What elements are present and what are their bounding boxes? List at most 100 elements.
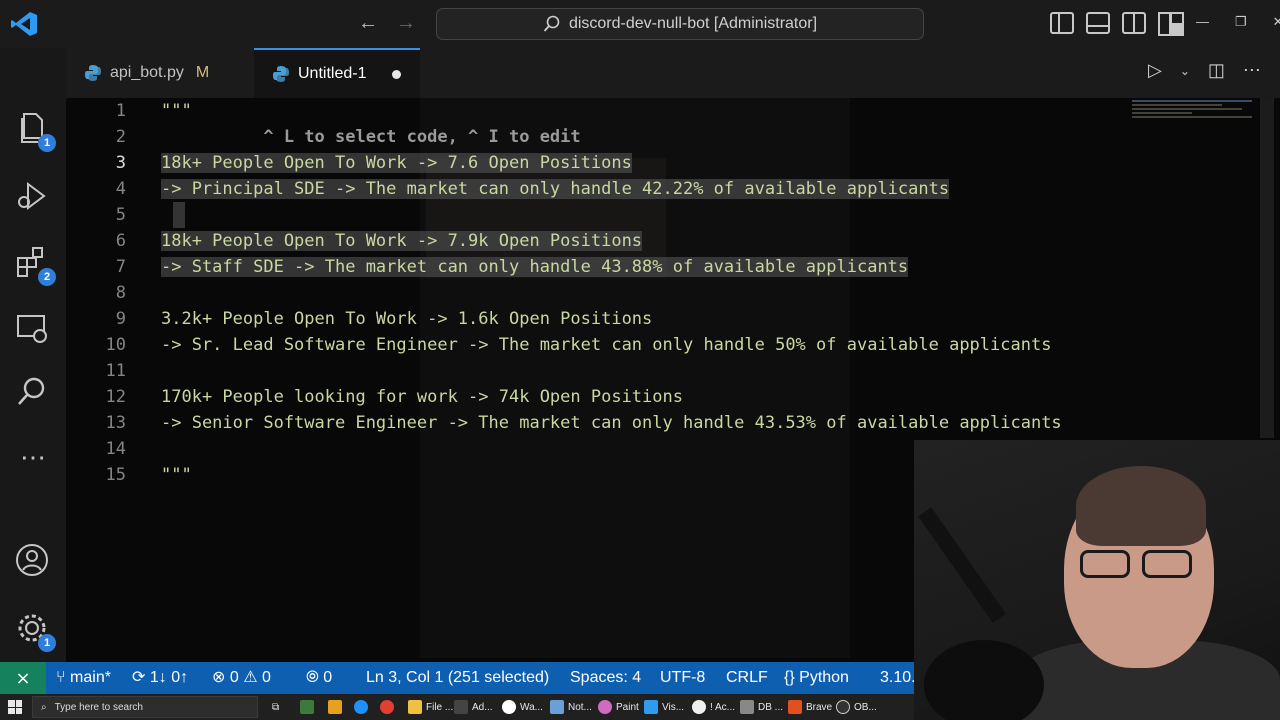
- taskbar-search[interactable]: ⌕ Type here to search: [32, 696, 258, 718]
- command-center[interactable]: discord-dev-null-bot [Administrator]: [436, 8, 924, 40]
- taskbar-app[interactable]: [354, 697, 368, 717]
- app-label: Ad...: [472, 701, 493, 713]
- restore-button[interactable]: ❐: [1235, 14, 1247, 30]
- manage-gear-icon[interactable]: 1: [14, 610, 56, 652]
- toggle-panel-icon[interactable]: [1086, 12, 1110, 34]
- tab-label: Untitled-1: [298, 65, 367, 82]
- line-text: 18k+ People Open To Work -> 7.6 Open Pos…: [161, 150, 632, 176]
- problems-indicator[interactable]: ⊗ 0 ⚠ 0: [212, 662, 271, 694]
- taskbar-db[interactable]: DB ...: [740, 697, 783, 717]
- search-placeholder: Type here to search: [54, 701, 143, 713]
- back-arrow-icon[interactable]: ←: [356, 12, 380, 35]
- language-mode[interactable]: {} Python: [784, 662, 849, 694]
- python-file-icon: [273, 66, 289, 82]
- forward-arrow-icon[interactable]: →: [394, 12, 418, 35]
- toggle-primary-sidebar-icon[interactable]: [1050, 12, 1074, 34]
- encoding[interactable]: UTF-8: [660, 662, 705, 694]
- code-line: 3 18k+ People Open To Work -> 7.6 Open Po…: [66, 150, 1266, 176]
- taskbar-file-explorer[interactable]: File ...: [408, 697, 453, 717]
- taskbar-vscode[interactable]: Vis...: [644, 697, 684, 717]
- end-of-line[interactable]: CRLF: [726, 662, 768, 694]
- windows-start-icon[interactable]: [8, 700, 22, 714]
- warning-icon: ⚠: [243, 669, 263, 686]
- run-dropdown-chevron-icon[interactable]: ⌄: [1180, 64, 1190, 78]
- run-icon[interactable]: ▷: [1148, 60, 1162, 81]
- task-view-icon[interactable]: ⧉: [272, 697, 279, 717]
- tab-label: api_bot.py: [110, 64, 184, 81]
- taskbar-paint[interactable]: Paint: [598, 697, 639, 717]
- window-controls: — ❐ ✕: [1196, 14, 1280, 30]
- taskbar-app[interactable]: [380, 697, 394, 717]
- close-button[interactable]: ✕: [1273, 14, 1280, 30]
- unsaved-dot-icon[interactable]: [392, 69, 402, 79]
- extensions-badge: 2: [38, 268, 56, 286]
- accounts-icon[interactable]: [14, 542, 52, 580]
- app-label: OB...: [854, 701, 877, 713]
- ports-indicator[interactable]: ⦾ 0: [306, 662, 332, 694]
- code-line: 5: [66, 202, 1266, 228]
- taskbar-notepad[interactable]: Not...: [550, 697, 592, 717]
- indentation[interactable]: Spaces: 4: [570, 662, 641, 694]
- line-number: 11: [105, 361, 126, 381]
- explorer-badge: 1: [38, 134, 56, 152]
- app-label: Paint: [616, 701, 639, 713]
- vscode-logo-icon: [11, 12, 37, 36]
- line-text: -> Principal SDE -> The market can only …: [161, 176, 950, 202]
- search-icon[interactable]: [14, 374, 52, 412]
- taskbar-whatsapp[interactable]: Wa...: [502, 697, 543, 717]
- code-line: 13 -> Senior Software Engineer -> The mar…: [66, 410, 1266, 436]
- explorer-icon[interactable]: 1: [14, 110, 56, 152]
- remote-explorer-icon[interactable]: [14, 310, 52, 348]
- warning-count: 0: [262, 669, 271, 686]
- line-number: 15: [105, 465, 126, 485]
- taskbar-app-ac[interactable]: ! Ac...: [692, 697, 735, 717]
- more-actions-icon[interactable]: ⋯: [1243, 60, 1261, 81]
- layout-controls: [1050, 12, 1184, 36]
- navigation: ← →: [356, 12, 418, 35]
- customize-layout-icon[interactable]: [1158, 12, 1184, 36]
- vertical-scrollbar[interactable]: [1260, 98, 1274, 438]
- line-number: 1: [115, 101, 126, 121]
- code-line: 8: [66, 280, 1266, 306]
- code-line: 9 3.2k+ People Open To Work -> 1.6k Open …: [66, 306, 1266, 332]
- app-label: File ...: [426, 701, 454, 713]
- tab-api-bot[interactable]: api_bot.py M: [66, 48, 254, 98]
- tab-untitled-1[interactable]: Untitled-1: [254, 48, 420, 98]
- app-label: ! Ac...: [710, 701, 736, 713]
- run-and-debug-icon[interactable]: [14, 178, 52, 216]
- sync-icon: ⟳: [132, 669, 150, 686]
- split-editor-icon[interactable]: ◫: [1208, 60, 1225, 81]
- line-number: 12: [105, 387, 126, 407]
- branch-name: main*: [70, 669, 111, 686]
- taskbar-app[interactable]: [300, 697, 314, 717]
- line-text: 18k+ People Open To Work -> 7.9k Open Po…: [161, 228, 643, 254]
- extensions-icon[interactable]: 2: [14, 244, 56, 286]
- vscode-window: ← → discord-dev-null-bot [Administrator]…: [0, 0, 1280, 720]
- line-number: 4: [115, 179, 126, 199]
- sync-indicator[interactable]: ⟳ 1↓ 0↑: [132, 662, 188, 694]
- selected-text: 18k+ People Open To Work -> 7.6 Open Pos…: [161, 153, 632, 173]
- remote-indicator-icon[interactable]: ⨯: [0, 662, 46, 694]
- inline-chat-hint: ^ L to select code, ^ I to edit: [161, 127, 581, 147]
- app-label: Brave: [806, 701, 833, 713]
- taskbar-admin[interactable]: Ad...: [454, 697, 493, 717]
- line-text: """: [161, 101, 192, 121]
- taskbar-app[interactable]: [328, 697, 342, 717]
- toggle-secondary-sidebar-icon[interactable]: [1122, 12, 1146, 34]
- taskbar-obs[interactable]: OB...: [836, 697, 877, 717]
- code-line: 2 ^ L to select code, ^ I to edit: [66, 124, 1266, 150]
- activity-bar: 1 2 ⋯ 1: [0, 48, 66, 662]
- ports-count: 0: [323, 669, 333, 686]
- code-line: 1 """: [66, 98, 1266, 124]
- cursor-position[interactable]: Ln 3, Col 1 (251 selected): [366, 662, 549, 694]
- app-label: Wa...: [520, 701, 543, 713]
- search-icon: ⌕: [41, 701, 47, 713]
- minimize-button[interactable]: —: [1196, 14, 1209, 30]
- code-line: 6 18k+ People Open To Work -> 7.9k Open P…: [66, 228, 1266, 254]
- taskbar-brave[interactable]: Brave: [788, 697, 832, 717]
- more-views-icon[interactable]: ⋯: [14, 442, 52, 480]
- broadcast-icon: ⦾: [306, 669, 324, 686]
- branch-indicator[interactable]: ⑂ main*: [56, 662, 111, 694]
- minimap[interactable]: [1132, 100, 1260, 134]
- selected-text: -> Principal SDE -> The market can only …: [161, 179, 950, 199]
